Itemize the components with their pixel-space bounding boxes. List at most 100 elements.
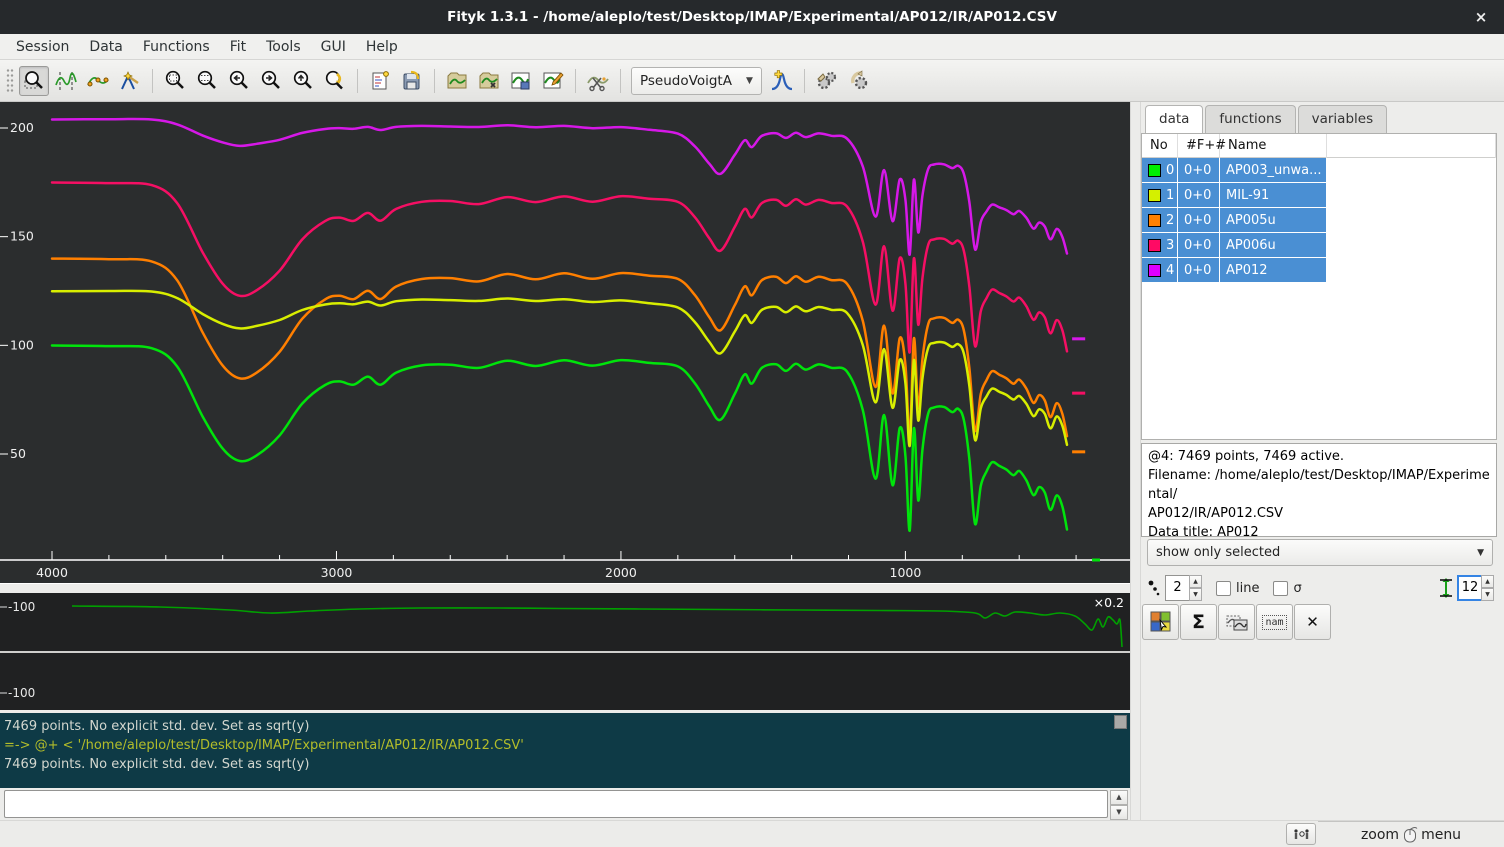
command-history-spin[interactable]: ▲ ▼ xyxy=(1110,790,1128,818)
aux1-scale-label: ×0.2 xyxy=(1094,595,1124,610)
data-transform-button[interactable] xyxy=(583,66,613,96)
point-size-icon xyxy=(1147,579,1161,597)
auxiliary-plot-1[interactable]: -100×0.2 xyxy=(0,593,1130,651)
vertical-splitter[interactable] xyxy=(1130,102,1141,820)
zoom-all-button[interactable] xyxy=(160,66,190,96)
zoom-previous-button[interactable] xyxy=(320,66,350,96)
console-line: 7469 points. No explicit std. dev. Set a… xyxy=(4,717,1110,736)
sum-button[interactable]: Σ xyxy=(1180,604,1217,640)
menu-item-fit[interactable]: Fit xyxy=(220,36,256,58)
fit-continue-button[interactable] xyxy=(844,66,874,96)
delete-button[interactable]: ✕ xyxy=(1294,604,1331,640)
main-plot[interactable]: 400030002000100020015010050 xyxy=(0,102,1130,583)
spin-down-icon[interactable]: ▼ xyxy=(1110,805,1128,820)
data-list-header: No #F+# Name xyxy=(1142,134,1496,158)
col-name: Name xyxy=(1220,134,1327,158)
function-count: 0+0 xyxy=(1178,183,1220,208)
fit-run-button[interactable] xyxy=(812,66,842,96)
console-scrollbar[interactable] xyxy=(1112,713,1129,788)
tab-variables[interactable]: variables xyxy=(1298,105,1388,133)
command-input[interactable] xyxy=(4,790,1108,818)
console-line: =-> @+ < '/home/aleplo/test/Desktop/IMAP… xyxy=(4,736,1110,755)
add-function-button[interactable] xyxy=(767,66,797,96)
color-swatch[interactable] xyxy=(1148,164,1161,177)
mouse-hints-button[interactable] xyxy=(1286,823,1316,845)
load-data-button[interactable] xyxy=(442,66,472,96)
status-bar: zoom menu xyxy=(0,820,1504,846)
shift-spinner[interactable]: 12 ▲▼ xyxy=(1457,575,1494,601)
script-log-button[interactable] xyxy=(365,66,395,96)
data-action-buttons: Σ nam ✕ xyxy=(1142,604,1332,642)
load-data-merge-button[interactable] xyxy=(474,66,504,96)
mode-add-peak-button[interactable] xyxy=(115,66,145,96)
color-swatch[interactable] xyxy=(1148,264,1161,277)
data-row[interactable]: 40+0AP012 xyxy=(1142,258,1496,283)
y-tick-label: 100 xyxy=(10,337,34,352)
spectrum-curve-AP012 xyxy=(52,119,1067,255)
script-document-icon xyxy=(369,70,391,92)
aux2-tick-label: -100 xyxy=(8,686,35,700)
rename-glyph: nam xyxy=(1262,615,1286,630)
window-title: Fityk 1.3.1 - /home/aleplo/test/Desktop/… xyxy=(447,9,1057,25)
data-list[interactable]: No #F+# Name 00+0AP003_unwa...10+0MIL-91… xyxy=(1141,133,1497,440)
menu-item-help[interactable]: Help xyxy=(356,36,408,58)
zoom-left-icon xyxy=(228,70,250,92)
zoom-up-icon xyxy=(292,70,314,92)
menu-item-gui[interactable]: GUI xyxy=(311,36,356,58)
function-count: 0+0 xyxy=(1178,258,1220,283)
menu-item-tools[interactable]: Tools xyxy=(256,36,311,58)
data-row[interactable]: 00+0AP003_unwa... xyxy=(1142,158,1496,183)
spin-up-icon[interactable]: ▲ xyxy=(1189,575,1202,588)
auxiliary-plot-2[interactable]: -100 xyxy=(0,653,1130,710)
menu-item-functions[interactable]: Functions xyxy=(133,36,220,58)
point-size-spinner[interactable]: 2 ▲▼ xyxy=(1165,575,1202,601)
mode-zoom-button[interactable] xyxy=(19,66,49,96)
function-type-combo[interactable]: PseudoVoigtA ▼ xyxy=(631,67,762,95)
aux-curve xyxy=(72,606,1122,647)
data-edit-icon xyxy=(542,70,564,92)
mode-baseline-button[interactable] xyxy=(83,66,113,96)
vertical-shift-icon xyxy=(1439,578,1453,598)
sigma-checkbox-label: σ xyxy=(1293,581,1301,596)
data-editor-button[interactable] xyxy=(538,66,568,96)
line-checkbox[interactable] xyxy=(1216,581,1231,596)
mode-data-range-button[interactable] xyxy=(51,66,81,96)
data-table-button[interactable] xyxy=(506,66,536,96)
color-swatch[interactable] xyxy=(1148,239,1161,252)
data-row[interactable]: 10+0MIL-91 xyxy=(1142,183,1496,208)
zoom-vertical-button[interactable] xyxy=(192,66,222,96)
color-swatch[interactable] xyxy=(1148,189,1161,202)
data-colors-button[interactable] xyxy=(1142,604,1179,640)
tab-functions[interactable]: functions xyxy=(1205,105,1295,133)
output-console[interactable]: 7469 points. No explicit std. dev. Set a… xyxy=(0,713,1130,788)
spin-up-icon[interactable]: ▲ xyxy=(1481,575,1494,588)
show-filter-value: show only selected xyxy=(1156,545,1280,560)
y-tick-label: 150 xyxy=(10,229,34,244)
tab-data[interactable]: data xyxy=(1145,105,1203,133)
spin-down-icon[interactable]: ▼ xyxy=(1189,588,1202,601)
color-swatch[interactable] xyxy=(1148,214,1161,227)
menu-item-data[interactable]: Data xyxy=(79,36,132,58)
save-session-button[interactable] xyxy=(397,66,427,96)
rename-button[interactable]: nam xyxy=(1256,604,1293,640)
data-row[interactable]: 20+0AP005u xyxy=(1142,208,1496,233)
spin-up-icon[interactable]: ▲ xyxy=(1110,790,1128,805)
menu-item-session[interactable]: Session xyxy=(6,36,79,58)
x-tick-label: 2000 xyxy=(605,565,637,580)
data-row[interactable]: 30+0AP006u xyxy=(1142,233,1496,258)
sigma-checkbox[interactable] xyxy=(1273,581,1288,596)
zoom-right-button[interactable] xyxy=(256,66,286,96)
show-filter-combo[interactable]: show only selected ▼ xyxy=(1147,539,1493,566)
zoom-up-button[interactable] xyxy=(288,66,318,96)
copy-data-button[interactable] xyxy=(1218,604,1255,640)
toolbar-grip[interactable] xyxy=(6,68,14,94)
open-folder-icon xyxy=(446,70,468,92)
mouse-mode-hint: zoom menu xyxy=(1318,821,1504,847)
left-button-hint: zoom xyxy=(1361,827,1399,843)
zoom-left-button[interactable] xyxy=(224,66,254,96)
plot-splitter-sash[interactable] xyxy=(0,583,1130,593)
scrollbar-thumb[interactable] xyxy=(1114,715,1127,729)
close-icon[interactable]: × xyxy=(1472,8,1490,26)
dataset-name: MIL-91 xyxy=(1220,183,1327,208)
spin-down-icon[interactable]: ▼ xyxy=(1481,588,1494,601)
